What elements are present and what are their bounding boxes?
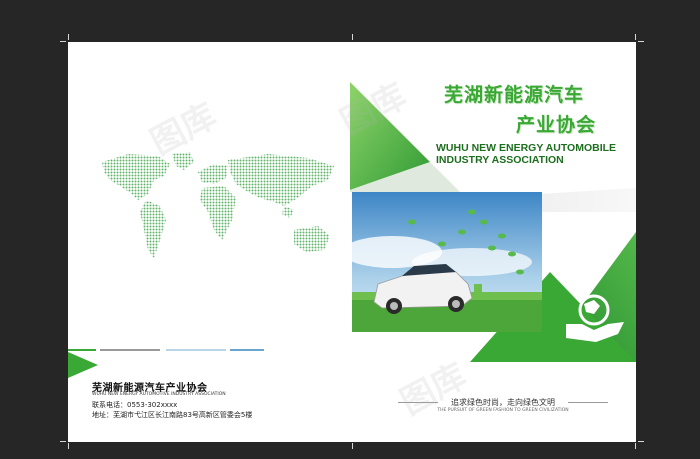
back-address: 地址：芜湖市弋江区长江南路83号高新区管委会5楼 xyxy=(92,411,253,419)
crop-mark xyxy=(638,41,644,42)
car-photo xyxy=(352,192,542,332)
crop-mark xyxy=(352,34,353,40)
crop-mark xyxy=(60,41,66,42)
crop-mark xyxy=(68,34,69,40)
globe-in-hand-icon xyxy=(566,294,624,342)
green-corner-triangle xyxy=(68,352,98,378)
crop-mark xyxy=(60,441,66,442)
crop-mark xyxy=(635,443,636,449)
back-phone: 联系电话：0553-302xxxx xyxy=(92,401,178,409)
dotted-world-map xyxy=(102,152,334,258)
front-title-en: WUHU NEW ENERGY AUTOMOBILE INDUSTRY ASSO… xyxy=(436,142,636,166)
crop-mark xyxy=(635,34,636,40)
crop-mark xyxy=(68,443,69,449)
section-dividers xyxy=(68,349,264,351)
front-title-en-line1: WUHU NEW ENERGY AUTOMOBILE xyxy=(436,142,617,154)
crop-mark xyxy=(638,441,644,442)
front-title-line2: 产业协会 xyxy=(516,114,597,136)
back-org-name-en: WUHU NEW ENERGY AUTOMOTIVE INDUSTRY ASSO… xyxy=(92,392,226,397)
brochure-sheet: 芜湖新能源汽车产业协会 WUHU NEW ENERGY AUTOMOTIVE I… xyxy=(68,42,636,442)
front-title-en-line2: INDUSTRY ASSOCIATION xyxy=(436,154,564,166)
crop-mark xyxy=(352,443,353,449)
front-title-line1: 芜湖新能源汽车 xyxy=(444,84,585,106)
